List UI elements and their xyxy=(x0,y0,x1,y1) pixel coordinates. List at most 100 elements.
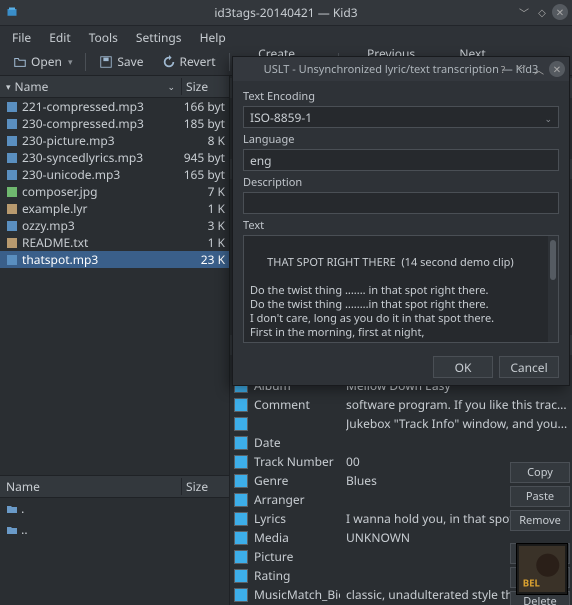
close-button[interactable]: ✕ xyxy=(552,4,568,20)
file-row[interactable]: README.txt1 K xyxy=(0,234,229,251)
checkbox[interactable] xyxy=(234,512,248,526)
tag-value[interactable]: Jukebox "Track Info" window, and you... xyxy=(346,415,572,432)
tag-label: Arranger xyxy=(254,491,340,508)
sort-indicator-icon: ⌄ xyxy=(167,80,175,93)
checkbox[interactable] xyxy=(234,417,248,431)
chevron-down-icon: ▾ xyxy=(6,80,11,93)
tag-label: Media xyxy=(254,529,340,546)
folder-tree-header: Name Size xyxy=(0,476,229,498)
scrollbar-thumb[interactable] xyxy=(550,240,556,280)
language-input[interactable]: eng xyxy=(243,149,559,171)
app-icon xyxy=(6,5,18,22)
open-button[interactable]: Open ▾ xyxy=(6,49,79,74)
minimize-button[interactable]: ﹀ xyxy=(516,4,532,20)
revert-label: Revert xyxy=(180,53,216,70)
ok-button[interactable]: OK xyxy=(433,356,493,378)
save-button[interactable]: Save xyxy=(92,49,150,74)
tag-label: Date xyxy=(254,434,340,451)
chevron-down-icon: ▾ xyxy=(68,55,73,68)
open-label: Open xyxy=(31,53,62,70)
album-cover[interactable]: BEL xyxy=(516,543,568,599)
file-icon xyxy=(6,253,18,268)
file-icon xyxy=(6,236,18,251)
column-size[interactable]: Size xyxy=(181,478,229,495)
file-icon xyxy=(6,168,18,183)
remove-button[interactable]: Remove xyxy=(510,510,570,531)
tag-label: Track Number xyxy=(254,453,340,470)
copy-button[interactable]: Copy xyxy=(510,462,570,483)
tag-label: Genre xyxy=(254,472,340,489)
text-textarea[interactable]: THAT SPOT RIGHT THERE (14 second demo cl… xyxy=(243,235,559,343)
tag-value[interactable]: software program. If you like this trac.… xyxy=(346,396,572,413)
file-row[interactable]: composer.jpg7 K xyxy=(0,183,229,200)
close-button[interactable]: ✕ xyxy=(549,61,565,77)
menu-settings[interactable]: Settings xyxy=(128,26,190,49)
scrollbar[interactable] xyxy=(548,236,558,342)
file-icon xyxy=(6,151,18,166)
checkbox[interactable] xyxy=(234,398,248,412)
folder-icon xyxy=(6,503,18,515)
checkbox[interactable] xyxy=(234,588,248,602)
file-row[interactable]: 230-picture.mp38 K xyxy=(0,132,229,149)
file-icon xyxy=(6,219,18,234)
tag-label: Lyrics xyxy=(254,510,340,527)
description-label: Description xyxy=(243,175,559,190)
file-row[interactable]: 230-compressed.mp3185 byt xyxy=(0,115,229,132)
cancel-button[interactable]: Cancel xyxy=(499,356,559,378)
paste-button[interactable]: Paste xyxy=(510,486,570,507)
file-icon xyxy=(6,100,18,115)
file-list[interactable]: 221-compressed.mp3166 byt230-compressed.… xyxy=(0,98,229,475)
tree-row[interactable]: .. xyxy=(0,519,229,540)
svg-text:BEL: BEL xyxy=(523,576,541,589)
encoding-label: Text Encoding xyxy=(243,89,559,104)
tree-row[interactable]: . xyxy=(0,498,229,519)
checkbox[interactable] xyxy=(234,474,248,488)
menu-tools[interactable]: Tools xyxy=(81,26,126,49)
column-name[interactable]: Name xyxy=(0,478,181,495)
file-icon xyxy=(6,185,18,200)
file-icon xyxy=(6,134,18,149)
language-label: Language xyxy=(243,132,559,147)
revert-button[interactable]: Revert xyxy=(155,49,223,74)
column-size[interactable]: Size xyxy=(181,78,229,95)
column-name[interactable]: ▾ Name ⌄ xyxy=(0,78,181,95)
file-icon xyxy=(6,117,18,132)
file-row[interactable]: 230-syncedlyrics.mp3945 byt xyxy=(0,149,229,166)
maximize-button[interactable]: ◇ xyxy=(534,4,550,20)
file-row[interactable]: 230-unicode.mp3165 byt xyxy=(0,166,229,183)
help-button[interactable]: ? xyxy=(495,61,511,77)
encoding-select[interactable]: ISO-8859-1 ⌄ xyxy=(243,106,559,128)
checkbox[interactable] xyxy=(234,550,248,564)
window-titlebar: id3tags-20140421 — Kid3 ﹀ ◇ ✕ xyxy=(0,0,572,26)
folder-open-icon xyxy=(13,55,27,69)
save-label: Save xyxy=(117,53,143,70)
tag-label: MusicMatch_Bio xyxy=(254,586,340,603)
folder-tree[interactable]: . .. xyxy=(0,498,229,605)
separator xyxy=(85,53,86,71)
save-icon xyxy=(99,55,113,69)
separator xyxy=(229,53,230,71)
uslt-dialog: USLT - Unsynchronized lyric/text transcr… xyxy=(232,56,570,386)
checkbox[interactable] xyxy=(234,493,248,507)
checkbox[interactable] xyxy=(234,569,248,583)
menu-file[interactable]: File xyxy=(4,26,39,49)
tag-row[interactable]: Commentsoftware program. If you like thi… xyxy=(230,395,572,414)
chevron-down-icon: ⌄ xyxy=(544,112,552,125)
checkbox[interactable] xyxy=(234,436,248,450)
minimize-button[interactable]: ﹀ xyxy=(513,61,529,77)
tag-row[interactable]: Date xyxy=(230,433,572,452)
tag-row[interactable]: Jukebox "Track Info" window, and you... xyxy=(230,414,572,433)
menu-edit[interactable]: Edit xyxy=(41,26,78,49)
file-row[interactable]: example.lyr1 K xyxy=(0,200,229,217)
checkbox[interactable] xyxy=(234,531,248,545)
folder-icon xyxy=(6,524,18,536)
menu-help[interactable]: Help xyxy=(192,26,234,49)
maximize-button[interactable]: ︿ xyxy=(531,61,547,77)
tag-label: Rating xyxy=(254,567,340,584)
file-row[interactable]: 221-compressed.mp3166 byt xyxy=(0,98,229,115)
file-row[interactable]: ozzy.mp33 K xyxy=(0,217,229,234)
file-row[interactable]: thatspot.mp323 K xyxy=(0,251,229,268)
revert-icon xyxy=(162,55,176,69)
checkbox[interactable] xyxy=(234,455,248,469)
description-input[interactable] xyxy=(243,192,559,214)
